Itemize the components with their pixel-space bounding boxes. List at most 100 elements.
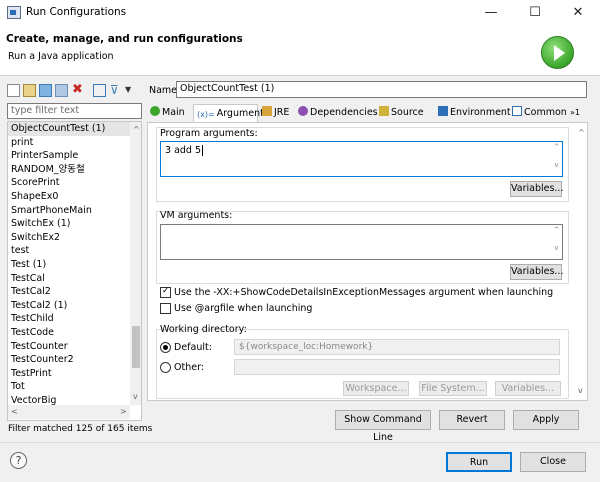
banner-subtitle: Run a Java application bbox=[8, 51, 114, 62]
maximize-button[interactable]: ☐ bbox=[513, 0, 557, 26]
filter-input[interactable]: type filter text bbox=[7, 103, 142, 119]
show-code-details-label: Use the -XX:+ShowCodeDetailsInExceptionM… bbox=[174, 287, 554, 298]
new-configuration-icon[interactable] bbox=[7, 84, 20, 97]
collapse-all-icon[interactable] bbox=[93, 84, 106, 97]
program-arguments-scrollbar[interactable]: ^ v bbox=[551, 142, 562, 176]
tab-jre[interactable]: JRE bbox=[259, 104, 294, 123]
close-button[interactable]: Close bbox=[520, 452, 586, 472]
configuration-item[interactable]: Tot bbox=[8, 380, 130, 394]
argfile-checkbox[interactable] bbox=[160, 303, 171, 314]
view-menu-icon[interactable]: ▼ bbox=[125, 84, 138, 97]
default-radio[interactable] bbox=[160, 342, 171, 353]
tab-common[interactable]: Common bbox=[509, 104, 567, 123]
working-directory-variables-button[interactable]: Variables... bbox=[495, 381, 561, 396]
scroll-left-icon[interactable]: < bbox=[11, 407, 18, 416]
name-input[interactable]: ObjectCountTest (1) bbox=[176, 81, 587, 98]
show-command-line-button[interactable]: Show Command Line bbox=[335, 410, 431, 443]
configuration-item[interactable]: TestCounter bbox=[8, 340, 130, 354]
configuration-item[interactable]: TestPrint bbox=[8, 367, 130, 381]
program-arguments-input[interactable]: 3 add 5 ^ v bbox=[160, 141, 563, 177]
tab-main[interactable]: Main bbox=[147, 104, 193, 123]
dependencies-tab-icon bbox=[298, 106, 308, 116]
tab-dependencies-label: Dependencies bbox=[310, 107, 378, 118]
tab-environment[interactable]: Environment bbox=[435, 104, 511, 123]
tab-jre-label: JRE bbox=[274, 107, 290, 118]
configuration-item[interactable]: Test (1) bbox=[8, 258, 130, 272]
vm-arguments-scrollbar[interactable]: ^ v bbox=[551, 225, 562, 259]
filter-status: Filter matched 125 of 165 items bbox=[8, 424, 153, 434]
vm-arguments-label: VM arguments: bbox=[160, 210, 233, 221]
program-variables-button[interactable]: Variables... bbox=[510, 181, 563, 197]
configuration-item[interactable]: ObjectCountTest (1) bbox=[8, 122, 130, 136]
checkmark-icon: ✓ bbox=[162, 286, 170, 296]
scroll-up-icon[interactable]: ^ bbox=[133, 125, 140, 134]
help-icon[interactable]: ? bbox=[10, 452, 27, 469]
run-configurations-icon bbox=[7, 6, 21, 19]
configuration-item[interactable]: print bbox=[8, 136, 130, 150]
tab-common-label: Common bbox=[524, 107, 567, 118]
tab-main-label: Main bbox=[162, 107, 185, 118]
configuration-item[interactable]: ShapeEx0 bbox=[8, 190, 130, 204]
jre-tab-icon bbox=[262, 106, 272, 116]
other-radio[interactable] bbox=[160, 362, 171, 373]
duplicate-icon[interactable] bbox=[55, 84, 68, 97]
header-banner: Create, manage, and run configurations R… bbox=[0, 26, 600, 76]
scroll-right-icon[interactable]: > bbox=[120, 407, 127, 416]
export-icon[interactable] bbox=[39, 84, 52, 97]
argfile-label: Use @argfile when launching bbox=[174, 303, 313, 314]
show-code-details-checkbox[interactable]: ✓ bbox=[160, 286, 171, 298]
configuration-item[interactable]: TestCal bbox=[8, 272, 130, 286]
program-arguments-label: Program arguments: bbox=[160, 128, 258, 139]
scroll-down-icon[interactable]: v bbox=[133, 392, 138, 401]
tab-environment-label: Environment bbox=[450, 107, 511, 118]
other-directory-field[interactable] bbox=[234, 359, 560, 375]
window-title: Run Configurations bbox=[26, 6, 127, 18]
new-prototype-icon[interactable] bbox=[23, 84, 36, 97]
tab-source[interactable]: Source bbox=[376, 104, 435, 123]
configuration-item[interactable]: TestChild bbox=[8, 312, 130, 326]
run-banner-icon bbox=[541, 36, 574, 69]
vm-arguments-input[interactable]: ^ v bbox=[160, 224, 563, 260]
filter-icon[interactable]: ⊽ bbox=[110, 84, 123, 97]
configuration-item[interactable]: TestCal2 bbox=[8, 285, 130, 299]
configuration-item[interactable]: SwitchEx (1) bbox=[8, 217, 130, 231]
configuration-item[interactable]: SwitchEx2 bbox=[8, 231, 130, 245]
configurations-list: ObjectCountTest (1) print PrinterSample RAN… bbox=[8, 122, 130, 407]
apply-button[interactable]: Apply bbox=[513, 410, 579, 430]
configuration-item[interactable]: SmartPhoneMain bbox=[8, 204, 130, 218]
configurations-tree[interactable]: ObjectCountTest (1) print PrinterSample RAN… bbox=[7, 121, 142, 421]
default-label: Default: bbox=[174, 342, 212, 353]
tab-arguments[interactable]: (x)= Arguments bbox=[193, 104, 269, 123]
run-button[interactable]: Run bbox=[446, 452, 512, 472]
tree-horizontal-scrollbar[interactable]: < > bbox=[8, 405, 130, 419]
arguments-panel-scrollbar[interactable]: ^ v bbox=[576, 124, 588, 400]
tree-scroll-thumb[interactable] bbox=[132, 326, 140, 368]
revert-button[interactable]: Revert bbox=[439, 410, 505, 430]
other-label: Other: bbox=[174, 362, 205, 373]
banner-title: Create, manage, and run configurations bbox=[6, 33, 243, 45]
common-tab-icon bbox=[512, 106, 522, 116]
tab-bar: Main (x)= Arguments JRE Dependencies Sour… bbox=[147, 104, 589, 123]
configuration-item[interactable]: TestCal2 (1) bbox=[8, 299, 130, 313]
minimize-button[interactable]: — bbox=[469, 0, 513, 26]
default-directory-field: ${workspace_loc:Homework} bbox=[234, 339, 560, 355]
configuration-item[interactable]: RANDOM_양동철 bbox=[8, 163, 130, 177]
configuration-item[interactable]: test bbox=[8, 244, 130, 258]
vm-variables-button[interactable]: Variables... bbox=[510, 264, 563, 280]
file-system-button[interactable]: File System... bbox=[419, 381, 487, 396]
tab-dependencies[interactable]: Dependencies bbox=[295, 104, 378, 123]
panel-scroll-up-icon[interactable]: ^ bbox=[578, 128, 585, 137]
footer-separator bbox=[0, 442, 600, 443]
tree-vertical-scrollbar[interactable]: ^ v bbox=[130, 122, 141, 405]
configuration-item[interactable]: TestCode bbox=[8, 326, 130, 340]
workspace-button[interactable]: Workspace... bbox=[343, 381, 409, 396]
configuration-item[interactable]: PrinterSample bbox=[8, 149, 130, 163]
close-window-button[interactable]: ✕ bbox=[556, 0, 600, 26]
configuration-item[interactable]: TestCounter2 bbox=[8, 353, 130, 367]
environment-tab-icon bbox=[438, 106, 448, 116]
tab-overflow[interactable]: »1 bbox=[567, 104, 589, 123]
panel-scroll-down-icon[interactable]: v bbox=[578, 386, 583, 395]
source-tab-icon bbox=[379, 106, 389, 116]
delete-icon[interactable]: ✖ bbox=[72, 83, 85, 97]
configuration-item[interactable]: ScorePrint bbox=[8, 176, 130, 190]
